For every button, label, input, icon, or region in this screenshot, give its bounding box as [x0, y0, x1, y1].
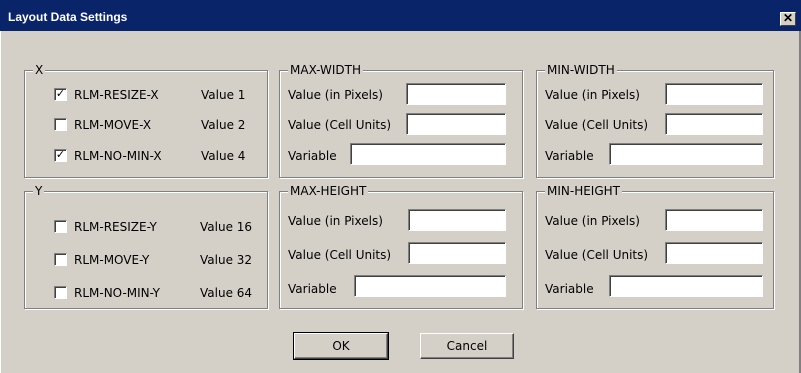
min-height-cells-input[interactable]: [665, 242, 763, 264]
cancel-button[interactable]: Cancel: [420, 333, 514, 359]
max-width-cells-label: Value (Cell Units): [288, 118, 392, 132]
checkbox-label: RLM-NO-MIN-X: [74, 149, 162, 163]
y-group: Y RLM-RESIZE-Y Value 16 RLM-MOVE-Y Value…: [24, 184, 268, 309]
checkbox-rlm-move-y[interactable]: RLM-MOVE-Y: [54, 252, 184, 268]
x-group-legend: X: [33, 63, 46, 77]
min-height-cells-label: Value (Cell Units): [545, 248, 649, 262]
max-height-cells-label: Value (Cell Units): [288, 248, 392, 262]
checkbox-rlm-move-x[interactable]: RLM-MOVE-X: [54, 117, 184, 133]
max-height-cells-input[interactable]: [408, 242, 506, 264]
min-width-legend: MIN-WIDTH: [545, 63, 617, 77]
value-label: Value 16: [200, 220, 253, 234]
min-height-pixels-input[interactable]: [665, 209, 763, 231]
checkmark-icon: ✓: [55, 148, 66, 161]
checkbox-rlm-no-min-x[interactable]: ✓ RLM-NO-MIN-X: [54, 148, 184, 164]
max-width-cells-input[interactable]: [406, 113, 506, 135]
y-group-legend: Y: [33, 184, 45, 198]
max-width-pixels-input[interactable]: [406, 83, 506, 105]
checkbox-label: RLM-NO-MIN-Y: [74, 286, 160, 300]
close-button[interactable]: ✕: [780, 12, 796, 26]
min-width-pixels-label: Value (in Pixels): [545, 88, 640, 102]
value-label: Value 1: [201, 88, 246, 102]
min-height-variable-label: Variable: [545, 282, 594, 296]
max-width-pixels-label: Value (in Pixels): [288, 88, 383, 102]
min-width-cells-label: Value (Cell Units): [545, 118, 649, 132]
checkbox-box[interactable]: ✓: [54, 88, 67, 101]
max-height-pixels-label: Value (in Pixels): [288, 214, 383, 228]
value-label: Value 32: [200, 253, 253, 267]
checkbox-label: RLM-RESIZE-Y: [74, 220, 157, 234]
close-icon: ✕: [782, 11, 794, 25]
max-width-variable-label: Variable: [288, 149, 337, 163]
window-frame-left: [0, 31, 1, 373]
min-height-variable-input[interactable]: [609, 275, 763, 297]
min-width-group: MIN-WIDTH Value (in Pixels) Value (Cell …: [536, 63, 774, 178]
min-height-pixels-label: Value (in Pixels): [545, 214, 640, 228]
checkbox-box[interactable]: [54, 118, 67, 131]
checkbox-label: RLM-MOVE-Y: [74, 253, 150, 267]
x-group: X ✓ RLM-RESIZE-X Value 1 RLM-MOVE-X Valu…: [24, 63, 268, 178]
checkbox-rlm-resize-y[interactable]: RLM-RESIZE-Y: [54, 219, 184, 235]
max-height-variable-input[interactable]: [354, 275, 506, 297]
max-height-pixels-input[interactable]: [408, 209, 506, 231]
window-title: Layout Data Settings: [8, 10, 128, 24]
checkmark-icon: ✓: [55, 87, 66, 100]
max-height-variable-label: Variable: [288, 282, 337, 296]
checkbox-label: RLM-RESIZE-X: [74, 88, 159, 102]
checkbox-rlm-resize-x[interactable]: ✓ RLM-RESIZE-X: [54, 87, 184, 103]
checkbox-box[interactable]: ✓: [54, 149, 67, 162]
checkbox-box[interactable]: [54, 253, 67, 266]
min-width-variable-label: Variable: [545, 149, 594, 163]
max-width-variable-input[interactable]: [350, 143, 506, 165]
min-width-variable-input[interactable]: [609, 143, 763, 165]
checkbox-box[interactable]: [54, 220, 67, 233]
title-bar: Layout Data Settings ✕: [0, 0, 801, 31]
ok-button[interactable]: OK: [293, 332, 389, 360]
min-height-legend: MIN-HEIGHT: [545, 184, 622, 198]
max-width-group: MAX-WIDTH Value (in Pixels) Value (Cell …: [279, 63, 523, 178]
checkbox-box[interactable]: [54, 286, 67, 299]
max-width-legend: MAX-WIDTH: [288, 63, 364, 77]
min-width-pixels-input[interactable]: [665, 83, 763, 105]
max-height-group: MAX-HEIGHT Value (in Pixels) Value (Cell…: [279, 184, 523, 309]
value-label: Value 4: [201, 149, 246, 163]
checkbox-rlm-no-min-y[interactable]: RLM-NO-MIN-Y: [54, 285, 184, 301]
min-height-group: MIN-HEIGHT Value (in Pixels) Value (Cell…: [536, 184, 774, 309]
checkbox-label: RLM-MOVE-X: [74, 118, 152, 132]
min-width-cells-input[interactable]: [665, 113, 763, 135]
value-label: Value 64: [200, 286, 253, 300]
value-label: Value 2: [201, 118, 246, 132]
max-height-legend: MAX-HEIGHT: [288, 184, 369, 198]
